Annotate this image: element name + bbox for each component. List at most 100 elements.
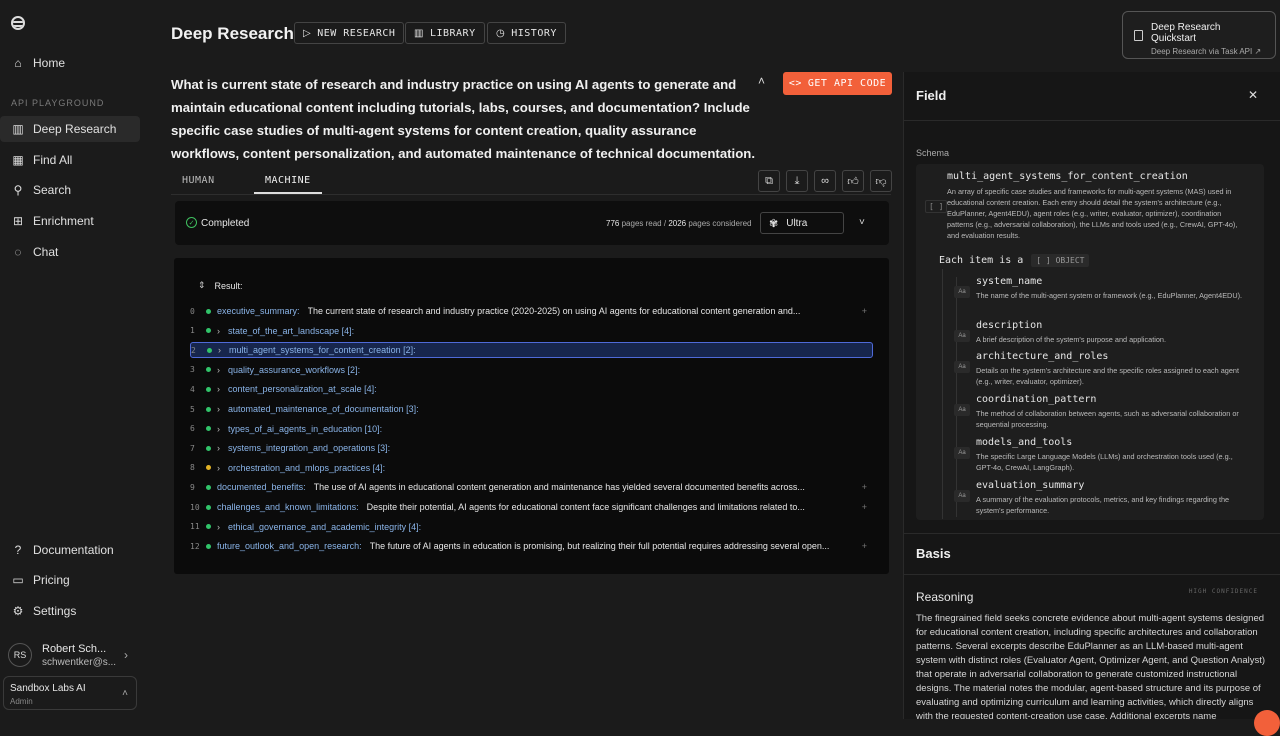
chevron-right-icon: ›	[124, 648, 128, 662]
status-dot	[206, 367, 211, 373]
schema-field-description: An array of specific case studies and fr…	[947, 187, 1238, 240]
sidebar-item-pricing[interactable]: ▭ Pricing	[0, 567, 140, 593]
sidebar-item-find-all[interactable]: ▦ Find All	[0, 147, 140, 173]
chevron-right-icon[interactable]: ›	[218, 345, 221, 355]
result-row[interactable]: 5 › automated_maintenance_of_documentation…	[190, 401, 873, 417]
money-icon: ▭	[12, 573, 24, 587]
schema-label: Schema	[916, 148, 950, 158]
status-label: Completed	[201, 218, 250, 229]
share-link-button[interactable]: ∞	[814, 170, 836, 192]
sidebar-item-documentation[interactable]: ? Documentation	[0, 537, 140, 563]
close-icon[interactable]: ✕	[1248, 88, 1258, 102]
sidebar-item-search[interactable]: ⚲ Search	[0, 177, 140, 203]
sidebar-item-label: Pricing	[33, 573, 70, 587]
result-panel: ⇕ Result: 0 executive_summary: The current…	[174, 258, 889, 574]
sidebar-item-enrichment[interactable]: ⊞ Enrichment	[0, 208, 140, 234]
tab-machine[interactable]: MACHINE	[265, 175, 311, 186]
sidebar-item-deep-research[interactable]: ▥ Deep Research	[0, 116, 140, 142]
schema-field-name: multi_agent_systems_for_content_creation	[947, 171, 1188, 182]
copy-button[interactable]: ⧉	[758, 170, 780, 192]
get-api-code-button[interactable]: <> GET API CODE	[783, 72, 892, 95]
field-key: challenges_and_known_limitations:	[217, 502, 359, 512]
chevron-right-icon[interactable]: ›	[217, 384, 220, 394]
new-research-button[interactable]: ▷ NEW RESEARCH	[294, 22, 405, 44]
field-key: systems_integration_and_operations [3]:	[228, 443, 391, 454]
chevron-up-icon[interactable]: ˄	[758, 74, 765, 88]
subfield-description: The name of the multi-agent system or fr…	[976, 291, 1243, 300]
result-row[interactable]: 10 challenges_and_known_limitations: Despi…	[190, 499, 873, 515]
result-row[interactable]: 12 future_outlook_and_open_research: The f…	[190, 538, 873, 554]
sidebar-item-label: Find All	[33, 153, 73, 167]
status-dot	[206, 426, 211, 432]
help-chat-button[interactable]	[1254, 710, 1280, 736]
reasoning-text: The finegrained field seeks concrete evi…	[916, 613, 1266, 719]
chevron-right-icon[interactable]: ›	[217, 404, 220, 414]
sidebar-item-label: Search	[33, 183, 72, 197]
pages-count: 776 pages read / 2026 pages considered	[606, 219, 752, 228]
chevron-right-icon[interactable]: ›	[217, 326, 220, 336]
tree-line	[942, 269, 943, 519]
page-title: Deep Research	[171, 24, 294, 43]
schema-subfield: Aa system_name The name of the multi-agent…	[954, 276, 1254, 301]
result-heading[interactable]: ⇕ Result:	[198, 280, 243, 291]
status-dot	[206, 484, 211, 490]
document-icon	[1134, 30, 1143, 41]
result-row[interactable]: 8 › orchestration_and_mlops_practices [4]:	[190, 460, 873, 476]
expand-plus-icon[interactable]: +	[862, 541, 867, 551]
confidence-badge: HIGH CONFIDENCE	[1188, 588, 1258, 595]
sidebar-item-home[interactable]: ⌂ Home	[0, 50, 140, 76]
field-panel: Field ✕ Schema [ ] multi_agent_systems_f…	[903, 72, 1280, 719]
chevron-right-icon[interactable]: ›	[217, 365, 220, 375]
field-key: multi_agent_systems_for_content_creation…	[229, 345, 416, 356]
chevron-right-icon[interactable]: ›	[217, 443, 220, 453]
library-icon: ▥	[414, 27, 424, 39]
status-dot	[206, 543, 211, 549]
divider	[904, 120, 1280, 121]
expand-plus-icon[interactable]: +	[862, 482, 867, 492]
run-status-bar: ✓ Completed 776 pages read / 2026 pages …	[175, 201, 889, 245]
chevron-right-icon[interactable]: ›	[217, 424, 220, 434]
org-switcher[interactable]: Sandbox Labs AI Admin ˄	[3, 676, 137, 710]
result-row[interactable]: 6 › types_of_ai_agents_in_education [10]:	[190, 421, 873, 437]
row-index: 0	[190, 306, 195, 316]
subfield-description: A brief description of the system's purp…	[976, 335, 1167, 344]
row-index: 8	[190, 463, 195, 473]
link-icon: ∞	[821, 175, 829, 187]
quickstart-card[interactable]: Deep Research Quickstart Deep Research v…	[1122, 11, 1276, 59]
field-value: The current state of research and indust…	[307, 306, 801, 316]
result-row[interactable]: 7 › systems_integration_and_operations [3]…	[190, 440, 873, 456]
subfield-name: description	[976, 320, 1043, 331]
chevron-right-icon[interactable]: ›	[217, 522, 220, 532]
result-row[interactable]: 1 › state_of_the_art_landscape [4]:	[190, 323, 873, 339]
user-menu[interactable]: RS Robert Sch... schwentker@s... ›	[8, 640, 138, 670]
reasoning-title: Reasoning	[916, 590, 974, 604]
thumbs-down-button[interactable]: 👎︎	[870, 170, 892, 192]
library-button[interactable]: ▥ LIBRARY	[405, 22, 485, 44]
expand-plus-icon[interactable]: +	[862, 306, 867, 316]
chevron-down-icon[interactable]: ˅	[859, 217, 865, 228]
help-icon: ?	[14, 543, 22, 557]
download-button[interactable]: ⤓	[786, 170, 808, 192]
array-type-badge: [ ]	[925, 200, 948, 213]
result-row[interactable]: 3 › quality_assurance_workflows [2]:	[190, 362, 873, 378]
thumbs-up-button[interactable]: 👍︎	[842, 170, 864, 192]
row-index: 9	[190, 482, 195, 492]
logo-icon[interactable]	[11, 16, 25, 30]
field-key: quality_assurance_workflows [2]:	[228, 364, 361, 375]
sidebar-item-settings[interactable]: ⚙ Settings	[0, 598, 140, 624]
tab-human[interactable]: HUMAN	[182, 175, 215, 186]
chevron-right-icon[interactable]: ›	[217, 463, 220, 473]
result-row[interactable]: 0 executive_summary: The current state of …	[190, 303, 873, 319]
history-button[interactable]: ◷ HISTORY	[487, 22, 566, 44]
sidebar: ⌂ Home API PLAYGROUND ▥ Deep Research ▦ …	[0, 0, 150, 719]
result-row[interactable]: 2 › multi_agent_systems_for_content_creati…	[190, 342, 873, 359]
result-row[interactable]: 11 › ethical_governance_and_academic_integ…	[190, 519, 873, 535]
result-row[interactable]: 4 › content_personalization_at_scale [4]:	[190, 381, 873, 397]
quickstart-link[interactable]: Deep Research via Task API ↗	[1151, 47, 1265, 56]
result-row[interactable]: 9 documented_benefits: The use of AI agent…	[190, 479, 873, 495]
processor-badge[interactable]: ✾ Ultra	[760, 212, 844, 234]
row-index: 11	[190, 522, 200, 532]
sidebar-item-chat[interactable]: ◌ Chat	[0, 239, 140, 265]
expand-plus-icon[interactable]: +	[862, 502, 867, 512]
sidebar-item-label: Enrichment	[33, 214, 94, 228]
